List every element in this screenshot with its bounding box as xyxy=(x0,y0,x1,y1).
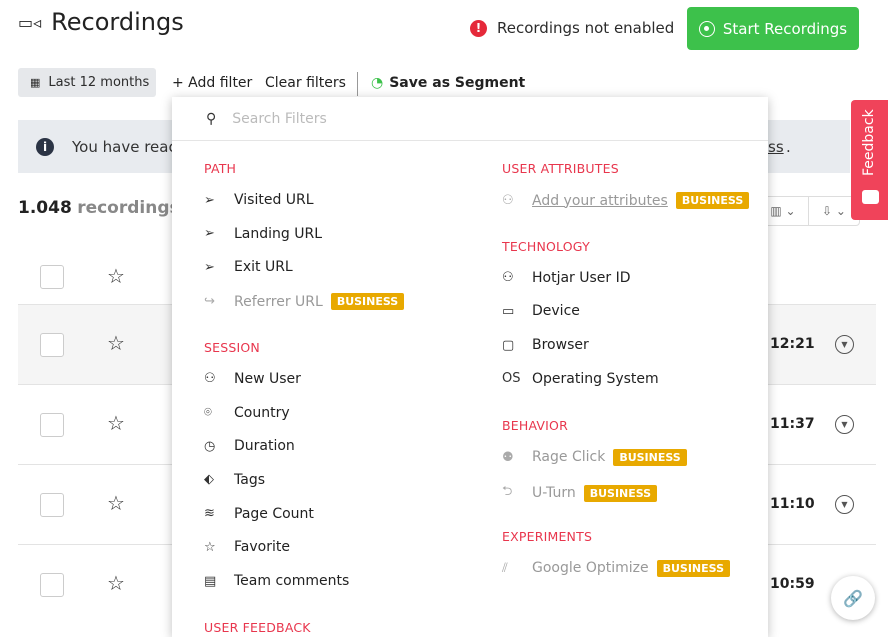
link-icon: 🔗 xyxy=(843,588,863,608)
link-button[interactable]: 🔗 xyxy=(831,576,875,620)
filter-visited-url[interactable]: ➢ Visited URL xyxy=(204,192,314,208)
filter-favorite[interactable]: ☆ Favorite xyxy=(204,539,290,555)
filter-new-user[interactable]: ⚇ New User xyxy=(204,371,301,387)
filter-duration[interactable]: ◷ Duration xyxy=(204,438,295,454)
star-icon[interactable]: ☆ xyxy=(107,491,125,515)
business-badge: BUSINESS xyxy=(656,559,730,577)
filter-u-turn[interactable]: ⮌ U-Turn BUSINESS xyxy=(502,482,658,504)
navigation-arrow-icon: ➢ xyxy=(204,226,215,242)
search-icon: ⚲ xyxy=(206,110,217,127)
os-icon: OS xyxy=(502,371,521,387)
map-pin-icon: ⌾ xyxy=(204,405,212,420)
select-all-checkbox[interactable] xyxy=(40,265,64,289)
business-badge: BUSINESS xyxy=(675,192,750,209)
filter-add-your-attributes[interactable]: ⚇ Add your attributes BUSINESS xyxy=(502,192,750,209)
record-icon xyxy=(698,20,715,37)
filter-landing-url[interactable]: ➢ Landing URL xyxy=(204,226,322,242)
filter-browser[interactable]: ▢ Browser xyxy=(502,337,589,353)
search-filters-input[interactable]: Search Filters xyxy=(232,111,327,127)
u-turn-icon: ⮌ xyxy=(502,484,513,500)
filter-rage-click[interactable]: ⚉ Rage Click BUSINESS xyxy=(502,448,687,466)
user-icon: ⚇ xyxy=(502,270,514,286)
smiley-icon xyxy=(862,190,879,204)
info-icon: i xyxy=(36,137,54,156)
filter-exit-url[interactable]: ➢ Exit URL xyxy=(204,259,293,275)
calendar-icon: ▦ xyxy=(30,76,41,89)
row-checkbox[interactable] xyxy=(40,493,64,517)
row-checkbox[interactable] xyxy=(40,413,64,437)
search-filters[interactable]: ⚲ Search Filters xyxy=(172,97,768,141)
star-icon[interactable]: ☆ xyxy=(107,264,125,288)
row-checkbox[interactable] xyxy=(40,573,64,597)
share-arrow-icon: ↪ xyxy=(204,294,215,310)
filter-google-optimize[interactable]: ⫽ Google Optimize BUSINESS xyxy=(502,559,730,577)
filter-page-count[interactable]: ≋ Page Count xyxy=(204,506,314,522)
layers-icon: ≋ xyxy=(204,506,215,522)
user-attributes-icon: ⚇ xyxy=(502,193,514,208)
tag-icon: ⬖ xyxy=(204,472,214,488)
section-heading: USER FEEDBACK xyxy=(204,619,311,635)
recordings-count: 1.048 recordings xyxy=(18,198,180,218)
section-heading: BEHAVIOR xyxy=(502,417,568,433)
filter-dropdown: ⚲ Search Filters PATH ➢ Visited URL ➢ Landing… xyxy=(172,97,768,637)
filter-referrer-url[interactable]: ↪ Referrer URL BUSINESS xyxy=(204,293,405,311)
filter-tags[interactable]: ⬖ Tags xyxy=(204,472,265,488)
section-heading: TECHNOLOGY xyxy=(502,238,590,254)
section-heading: USER ATTRIBUTES xyxy=(502,161,619,176)
navigation-arrow-icon: ➢ xyxy=(204,192,215,208)
business-badge: BUSINESS xyxy=(613,448,687,466)
banner-link[interactable]: ss xyxy=(768,138,784,156)
user-plus-icon: ⚇ xyxy=(204,371,216,387)
filter-operating-system[interactable]: OS Operating System xyxy=(502,371,659,387)
filter-country[interactable]: ⌾ Country xyxy=(204,405,290,421)
start-recordings-button[interactable]: Start Recordings xyxy=(687,7,859,50)
add-filter-button[interactable]: + Add filter xyxy=(172,75,252,91)
rage-click-icon: ⚉ xyxy=(502,449,514,465)
star-icon[interactable]: ☆ xyxy=(107,571,125,595)
section-heading: SESSION xyxy=(204,339,260,355)
browser-window-icon: ▢ xyxy=(502,337,515,353)
page-title: ▭◃ Recordings xyxy=(18,8,184,36)
star-icon[interactable]: ☆ xyxy=(107,411,125,435)
filter-hotjar-user-id[interactable]: ⚇ Hotjar User ID xyxy=(502,270,631,286)
monitor-icon: ▭ xyxy=(502,303,515,319)
recordings-warning: ! Recordings not enabled xyxy=(470,19,674,37)
star-icon[interactable]: ☆ xyxy=(107,331,125,355)
filter-device[interactable]: ▭ Device xyxy=(502,303,580,319)
star-icon: ☆ xyxy=(204,539,216,555)
comment-icon: ▤ xyxy=(204,573,217,589)
business-badge: BUSINESS xyxy=(330,293,405,311)
navigation-arrow-icon: ➢ xyxy=(204,259,215,275)
row-checkbox[interactable] xyxy=(40,333,64,357)
expand-icon[interactable]: ▼ xyxy=(835,335,854,354)
google-optimize-icon: ⫽ xyxy=(502,560,508,576)
expand-icon[interactable]: ▼ xyxy=(835,415,854,434)
clear-filters-button[interactable]: Clear filters xyxy=(265,75,346,91)
business-badge: BUSINESS xyxy=(583,484,658,502)
alert-icon: ! xyxy=(470,19,487,37)
table-tools: ▥ ⌄ ⇩ ⌄ xyxy=(757,196,860,226)
section-heading: PATH xyxy=(204,161,237,176)
section-heading: EXPERIMENTS xyxy=(502,528,593,544)
filter-team-comments[interactable]: ▤ Team comments xyxy=(204,573,349,589)
video-camera-icon: ▭◃ xyxy=(18,12,42,32)
clock-icon: ◷ xyxy=(204,438,216,454)
expand-icon[interactable]: ▼ xyxy=(835,495,854,514)
divider xyxy=(357,72,358,96)
pie-chart-icon: ◔ xyxy=(371,75,384,91)
date-range-button[interactable]: ▦ Last 12 months xyxy=(18,68,156,97)
save-segment-button[interactable]: ◔ Save as Segment xyxy=(371,75,525,91)
feedback-tab[interactable]: Feedback xyxy=(851,100,888,220)
